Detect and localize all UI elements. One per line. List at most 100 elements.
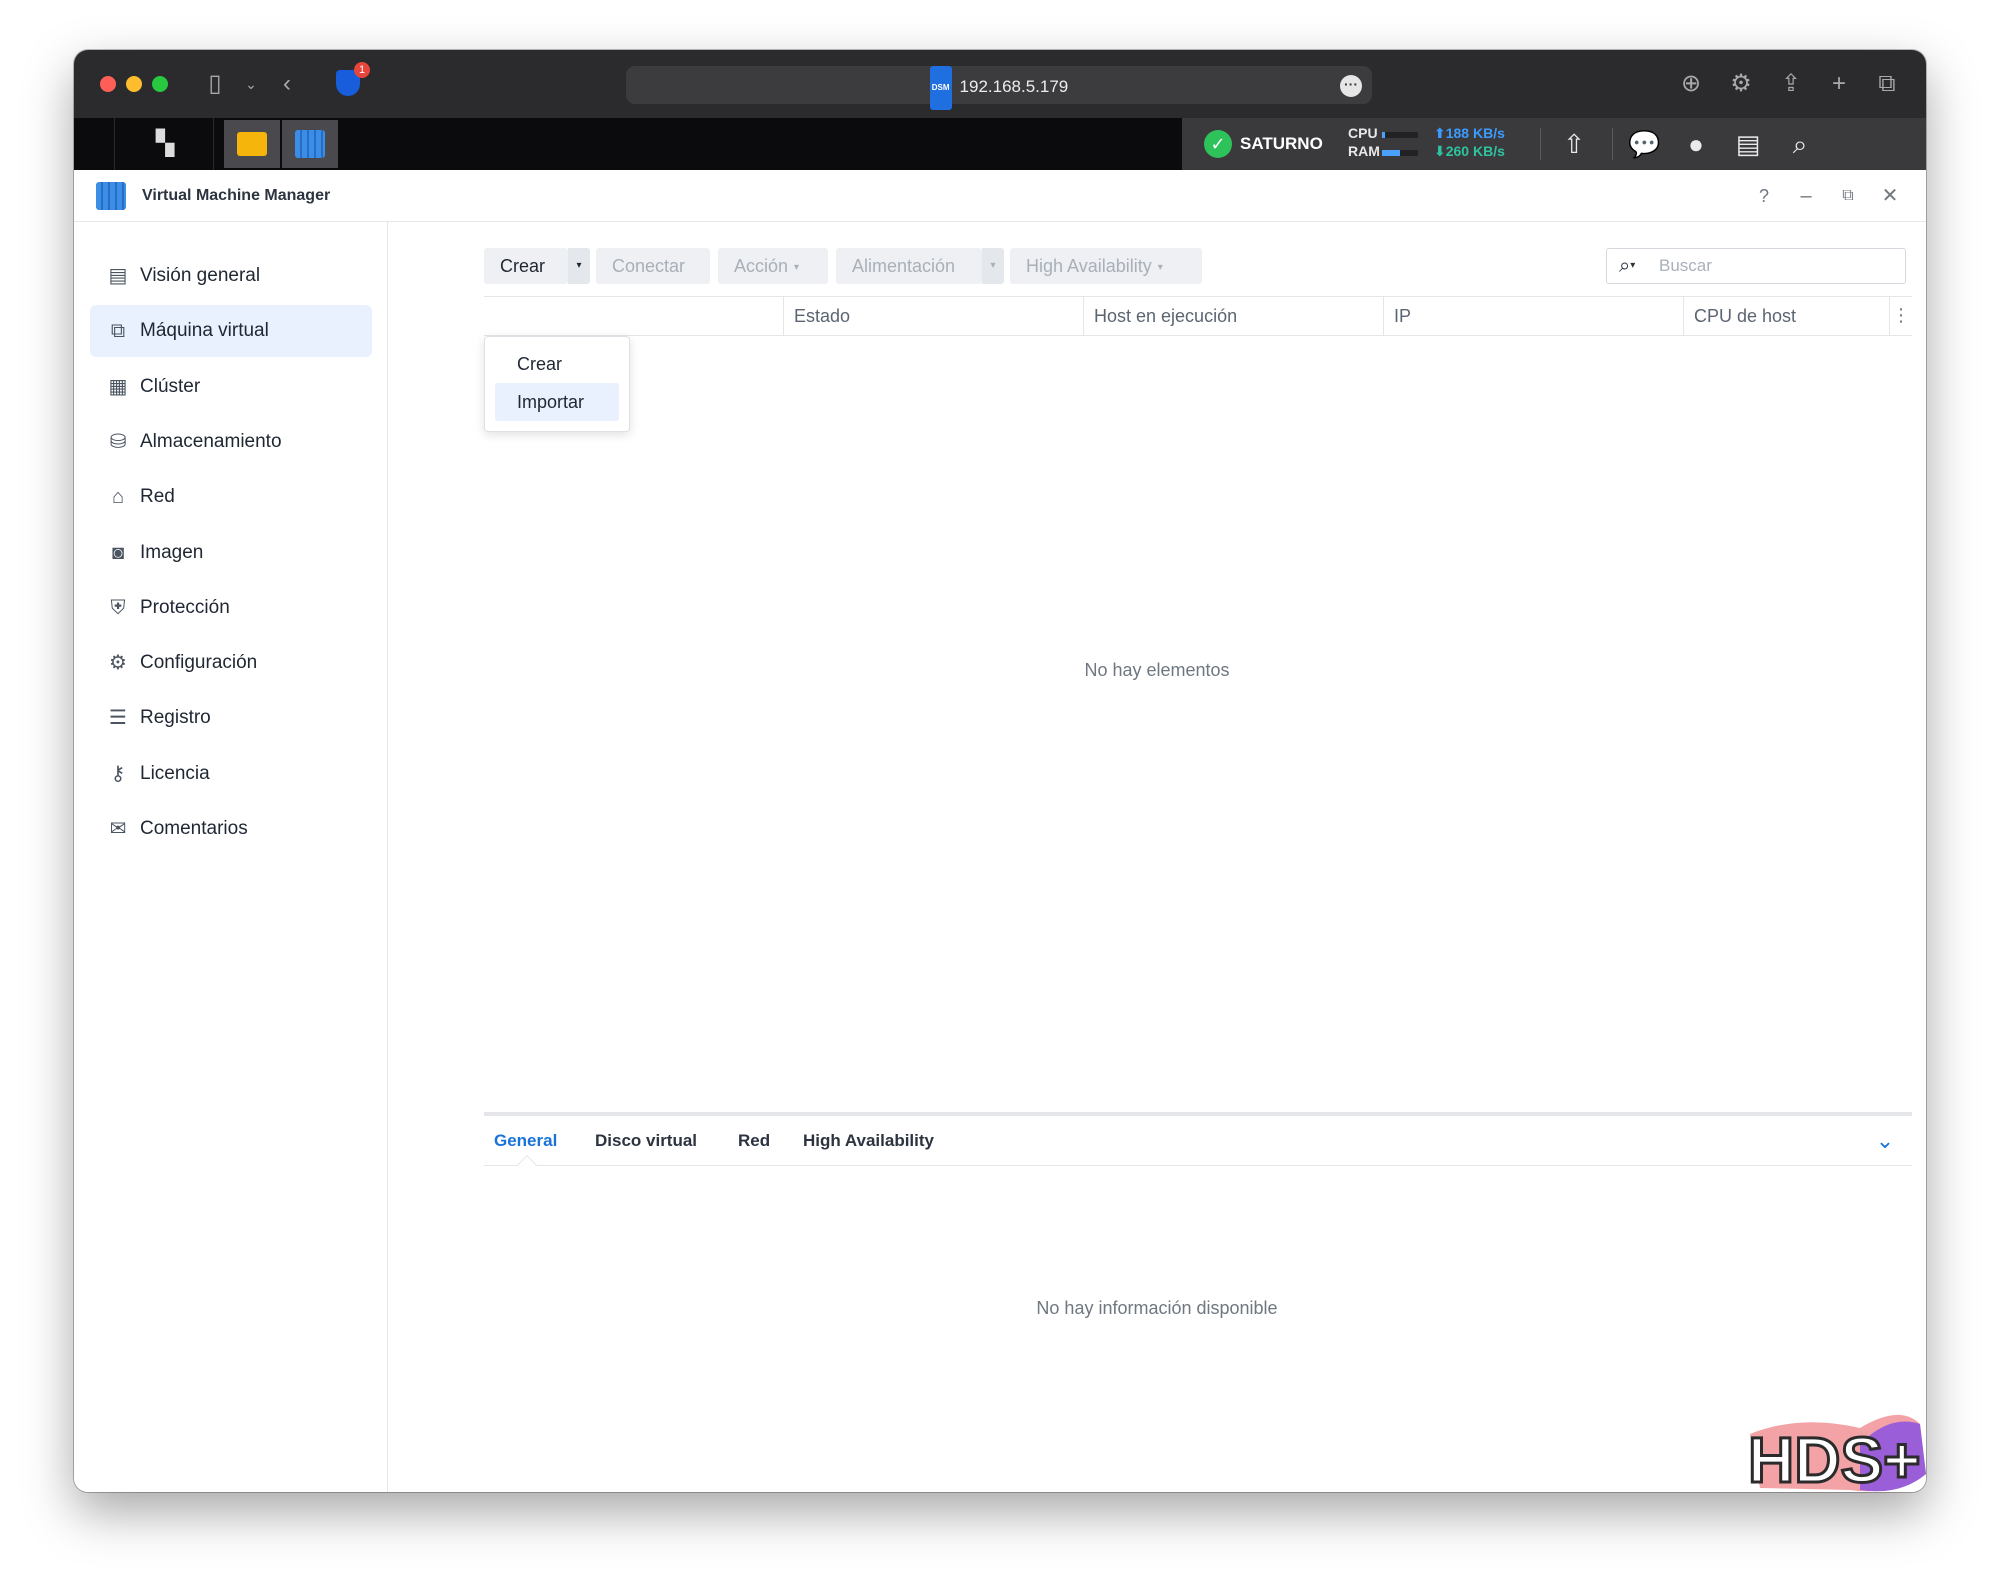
menu-item-crear[interactable]: Crear [495,345,619,383]
search-icon[interactable]: ⌕▾ [1619,255,1641,277]
details-tabs: General Disco virtual Red High Availabil… [484,1116,1912,1175]
system-status-area: ✓ SATURNO CPU RAM ⬆188 KB/s ⬇260 KB/s ⇧ … [1182,118,1926,170]
sidebar-item-label: Licencia [140,762,210,784]
ram-label: RAM [1348,143,1380,159]
upload-queue-icon[interactable]: ⇧ [1558,128,1590,160]
hds-plus-watermark-logo: HDS+ [1747,1414,1926,1492]
sidebar-item-label: Comentarios [140,818,248,839]
sidebar-item-label: Visión general [140,265,261,286]
column-header-status[interactable]: Estado [784,297,1084,335]
network-icon: ⌂ [111,486,125,509]
sidebar: ▤ Visión general ⧉ Máquina virtual ▦ Clúster ⛁… [74,222,388,1492]
cpu-usage-bar [1382,132,1418,138]
sidebar-item-overview[interactable]: ▤ Visión general [90,250,372,302]
sidebar-item-label: Almacenamiento [140,430,282,452]
settings-icon: ⚙ [109,652,127,675]
storage-icon: ⛁ [109,430,127,453]
sidebar-item-log[interactable]: ☰ Registro [90,692,372,744]
vmm-app-icon [295,130,325,158]
cluster-icon: ▦ [108,375,128,398]
tab-high-availability[interactable]: High Availability [803,1116,934,1166]
overview-icon: ▤ [108,265,128,287]
collapse-details-icon[interactable]: ⌄ [1872,1128,1898,1154]
search-input[interactable] [1659,249,1889,283]
folder-icon [237,132,267,156]
menu-item-importar[interactable]: Importar [495,383,619,421]
feedback-icon: ✉ [109,818,127,840]
protection-icon: ⛨ [110,596,126,619]
main-menu-button[interactable]: ▚ [114,118,214,170]
back-icon[interactable]: ‹ [270,68,304,100]
sidebar-item-protection[interactable]: ⛨ Protección [90,582,372,634]
create-dropdown-toggle[interactable]: ▾ [568,248,590,284]
sidebar-item-feedback[interactable]: ✉ Comentarios [90,803,372,855]
new-tab-icon[interactable]: + [1822,68,1856,100]
sidebar-item-license-key[interactable]: ⚷ Licencia [90,748,372,800]
download-speed: ⬇260 KB/s [1434,143,1505,159]
sidebar-item-network[interactable]: ⌂ Red [90,471,372,523]
widgets-icon[interactable]: ▤ [1732,128,1764,160]
empty-details-message: No hay información disponible [1036,1298,1278,1318]
gear-icon[interactable]: ⚙ [1724,68,1758,100]
file-station-taskbar-app[interactable] [224,120,280,168]
sidebar-toggle-icon[interactable]: ▯ [198,68,232,100]
zoom-window-button[interactable] [152,76,168,92]
close-icon[interactable]: ✕ [1876,182,1904,210]
health-ok-icon: ✓ [1204,130,1232,158]
column-menu-icon[interactable]: ⋮ [1890,297,1912,335]
tab-network[interactable]: Red [738,1116,770,1166]
user-icon[interactable]: ● [1680,128,1712,160]
minimize-window-button[interactable] [126,76,142,92]
tab-virtual-disk[interactable]: Disco virtual [595,1116,697,1166]
main-menu-icon: ▚ [155,130,175,157]
vmm-taskbar-app[interactable] [282,120,338,168]
vm-table-header: Estado Host en ejecución IP CPU de host … [484,296,1912,336]
help-button[interactable]: ? [1750,182,1778,210]
tab-overview-icon[interactable]: ⧉ [1870,68,1904,100]
sidebar-item-storage[interactable]: ⛁ Almacenamiento [90,416,372,468]
connect-button[interactable]: Conectar [596,248,710,284]
watermark-text: HDS+ [1748,1424,1921,1492]
sidebar-item-label: Protección [140,596,230,618]
sidebar-item-label: Red [140,486,175,508]
column-header-host[interactable]: Host en ejecución [1084,297,1384,335]
license-key-icon: ⚷ [110,762,126,785]
virtual-machine-icon: ⧉ [110,320,126,343]
sidebar-item-label: Imagen [140,541,204,563]
log-icon: ☰ [109,707,127,730]
minimize-icon[interactable]: – [1792,182,1820,210]
close-window-button[interactable] [100,76,116,92]
sidebar-item-label: Configuración [140,652,258,674]
server-name: SATURNO [1240,134,1323,153]
restore-icon[interactable]: ⧉ [1834,182,1862,210]
empty-table-message: No hay elementos [1084,660,1230,680]
site-favicon: DSM [929,66,952,110]
sidebar-item-image[interactable]: ◙ Imagen [90,527,372,579]
share-icon[interactable]: ⇪ [1774,68,1808,100]
power-dropdown-toggle[interactable]: ▾ [982,248,1004,284]
sidebar-item-settings[interactable]: ⚙ Configuración [90,637,372,689]
url-text: 192.168.5.179 [959,77,1069,96]
power-button[interactable]: Alimentación [836,248,982,284]
high-availability-button[interactable]: High Availability ▾ [1010,248,1202,284]
column-header-ip[interactable]: IP [1384,297,1684,335]
sidebar-item-virtual-machine[interactable]: ⧉ Máquina virtual [90,305,372,358]
chevron-down-icon[interactable]: ⌄ [234,68,268,100]
browser-toolbar: ▯ ⌄ ‹ 1 DSM 192.168.5.179 ··· ⊕ ⚙ ⇪ + ⧉ [74,50,1926,118]
app-title: Virtual Machine Manager [142,187,331,204]
sidebar-item-label: Registro [140,707,211,729]
search-icon[interactable]: ⌕ [1784,128,1816,160]
more-options-icon[interactable]: ··· [1340,75,1362,97]
column-header-name[interactable] [484,297,784,335]
column-header-host-cpu[interactable]: CPU de host [1684,297,1890,335]
notifications-chat-icon[interactable]: 💬 [1628,128,1660,160]
sidebar-item-label: Clúster [140,375,201,397]
dsm-taskbar: ▚ ✓ SATURNO CPU RAM ⬆188 KB/s ⬇260 KB/s … [74,118,1926,170]
sidebar-item-cluster[interactable]: ▦ Clúster [90,361,372,413]
action-button[interactable]: Acción ▾ [718,248,828,284]
address-bar[interactable]: DSM 192.168.5.179 ··· [626,66,1372,110]
image-icon: ◙ [111,541,125,564]
downloads-icon[interactable]: ⊕ [1674,68,1708,100]
create-button[interactable]: Crear [484,248,568,284]
main-panel: Crear ▾ Conectar Acción ▾ Alimentación ▾ … [388,222,1926,1492]
